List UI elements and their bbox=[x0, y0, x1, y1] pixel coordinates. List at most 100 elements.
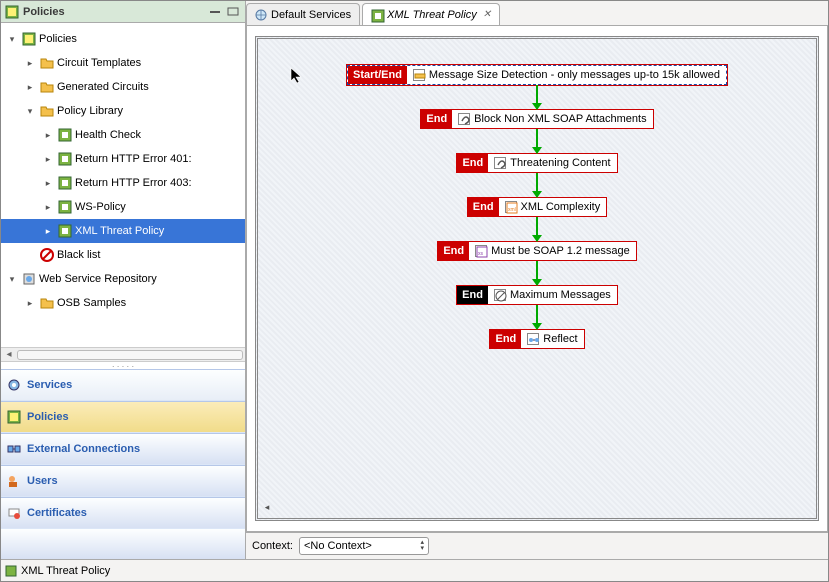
flow-node[interactable]: EndxsMust be SOAP 1.2 message bbox=[437, 241, 636, 261]
policy-icon bbox=[58, 176, 72, 190]
size-icon bbox=[413, 69, 425, 81]
node-tag: End bbox=[468, 198, 499, 216]
flow-node[interactable]: Start/EndMessage Size Detection - only m… bbox=[347, 65, 727, 85]
flow-arrow bbox=[536, 261, 538, 285]
tree-toggle[interactable]: ▸ bbox=[41, 130, 55, 141]
tree-toggle[interactable]: ▸ bbox=[41, 154, 55, 165]
attach-icon bbox=[458, 113, 470, 125]
tree-item[interactable]: ▸WS-Policy bbox=[1, 195, 245, 219]
flow-node[interactable]: End Block Non XML SOAP Attachments bbox=[420, 109, 653, 129]
tree-label: Web Service Repository bbox=[39, 273, 157, 285]
scroll-track[interactable] bbox=[17, 350, 243, 360]
tab-bar: Default Services XML Threat Policy ✕ bbox=[246, 1, 828, 25]
node-tag: End bbox=[421, 110, 452, 128]
tree-label: Policy Library bbox=[57, 105, 123, 117]
node-label: Block Non XML SOAP Attachments bbox=[474, 113, 646, 125]
tree-toggle[interactable]: ▸ bbox=[23, 82, 37, 93]
diagram-canvas[interactable]: Start/EndMessage Size Detection - only m… bbox=[246, 25, 828, 532]
reflect-icon bbox=[527, 333, 539, 345]
close-icon[interactable]: ✕ bbox=[483, 9, 491, 20]
tree-label: Policies bbox=[39, 33, 77, 45]
svg-text:xs: xs bbox=[478, 251, 484, 257]
tree-item[interactable]: ▸ Return HTTP Error 403: bbox=[1, 171, 245, 195]
tree-toggle[interactable]: ▾ bbox=[5, 274, 19, 285]
svg-text:xml: xml bbox=[508, 207, 516, 213]
tree-item[interactable]: ▾ Policies bbox=[1, 27, 245, 51]
policy-icon bbox=[371, 9, 383, 21]
folder-icon bbox=[40, 104, 54, 118]
tree-item[interactable]: ▸ Circuit Templates bbox=[1, 51, 245, 75]
category-label: Policies bbox=[27, 411, 69, 423]
tree-toggle[interactable]: ▸ bbox=[41, 226, 55, 237]
folder-icon bbox=[40, 296, 54, 310]
tab-default-services[interactable]: Default Services bbox=[246, 3, 360, 25]
tree-label: Return HTTP Error 401: bbox=[75, 153, 192, 165]
maximize-icon[interactable] bbox=[227, 7, 241, 17]
tree-item[interactable]: ▸ Health Check bbox=[1, 123, 245, 147]
category-ext[interactable]: External Connections bbox=[1, 433, 245, 465]
tree-toggle[interactable]: ▸ bbox=[23, 58, 37, 69]
flow-arrow bbox=[536, 85, 538, 109]
node-body: xsMust be SOAP 1.2 message bbox=[469, 242, 636, 260]
tree-toggle[interactable]: ▾ bbox=[5, 34, 19, 45]
policy-icon bbox=[5, 565, 17, 577]
tree-view[interactable]: ▾ Policies ▸ Circuit Templates ▸Generated Ci… bbox=[1, 23, 245, 347]
splitter[interactable]: · · · · · bbox=[1, 361, 245, 369]
panel-header: Policies bbox=[1, 1, 245, 23]
tree-item[interactable]: ▸Generated Circuits bbox=[1, 75, 245, 99]
tab-label: Default Services bbox=[271, 9, 351, 21]
category-certs[interactable]: Certificates bbox=[1, 497, 245, 529]
tab-label: XML Threat Policy bbox=[387, 9, 477, 21]
repo-icon bbox=[22, 272, 36, 286]
tree-item[interactable]: ▸ OSB Samples bbox=[1, 291, 245, 315]
policies-icon bbox=[5, 5, 19, 19]
tree-toggle[interactable]: ▸ bbox=[41, 202, 55, 213]
cert-icon bbox=[7, 506, 21, 520]
flow-node[interactable]: EndThreatening Content bbox=[456, 153, 617, 173]
node-label: Maximum Messages bbox=[510, 289, 611, 301]
tree-label: Circuit Templates bbox=[57, 57, 141, 69]
tree-item[interactable]: Black list bbox=[1, 243, 245, 267]
flow-arrow bbox=[536, 173, 538, 197]
tree-hscroll[interactable]: ◂ bbox=[1, 347, 245, 361]
minimize-icon[interactable] bbox=[209, 7, 223, 17]
flow-node[interactable]: EndReflect bbox=[489, 329, 584, 349]
deny-icon bbox=[40, 248, 54, 262]
tree-toggle[interactable]: ▾ bbox=[23, 106, 37, 117]
context-select[interactable]: <No Context> ▴▾ bbox=[299, 537, 429, 555]
policies-icon bbox=[7, 410, 21, 424]
context-value: <No Context> bbox=[304, 540, 372, 552]
tree-label: Health Check bbox=[75, 129, 141, 141]
spinner-icon[interactable]: ▴▾ bbox=[420, 540, 424, 552]
left-panel: Policies ▾ Policies ▸ Circuit Templates ▸Gen… bbox=[1, 1, 246, 559]
category-services[interactable]: Services bbox=[1, 369, 245, 401]
tree-label: OSB Samples bbox=[57, 297, 126, 309]
node-body: Threatening Content bbox=[488, 154, 616, 172]
tree-item[interactable]: ▸ Return HTTP Error 401: bbox=[1, 147, 245, 171]
tree-label: Black list bbox=[57, 249, 100, 261]
category-users[interactable]: Users bbox=[1, 465, 245, 497]
node-body: Block Non XML SOAP Attachments bbox=[452, 110, 652, 128]
tab-xml-threat-policy[interactable]: XML Threat Policy ✕ bbox=[362, 3, 500, 25]
category-policies[interactable]: Policies bbox=[1, 401, 245, 433]
policies-icon bbox=[22, 32, 36, 46]
node-tag: End bbox=[457, 286, 488, 304]
node-body: Maximum Messages bbox=[488, 286, 617, 304]
gear-icon bbox=[7, 378, 21, 392]
tree-toggle[interactable]: ▸ bbox=[41, 178, 55, 189]
panel-title: Policies bbox=[23, 6, 205, 18]
diagram-area[interactable]: Start/EndMessage Size Detection - only m… bbox=[255, 36, 819, 521]
attach-icon bbox=[494, 157, 506, 169]
flow-node[interactable]: End Maximum Messages bbox=[456, 285, 618, 305]
xml-icon: xml bbox=[505, 201, 517, 213]
scroll-left-icon[interactable]: ◂ bbox=[1, 349, 17, 360]
node-body: xml XML Complexity bbox=[499, 198, 607, 216]
canvas-scroll-left-icon[interactable]: ◂ bbox=[260, 502, 274, 516]
tree-label: Return HTTP Error 403: bbox=[75, 177, 192, 189]
tree-item[interactable]: ▸XML Threat Policy bbox=[1, 219, 245, 243]
tree-item[interactable]: ▾ Policy Library bbox=[1, 99, 245, 123]
flow-node[interactable]: End xml XML Complexity bbox=[467, 197, 607, 217]
tree-item[interactable]: ▾ Web Service Repository bbox=[1, 267, 245, 291]
tree-toggle[interactable]: ▸ bbox=[23, 298, 37, 309]
node-label: XML Complexity bbox=[521, 201, 601, 213]
